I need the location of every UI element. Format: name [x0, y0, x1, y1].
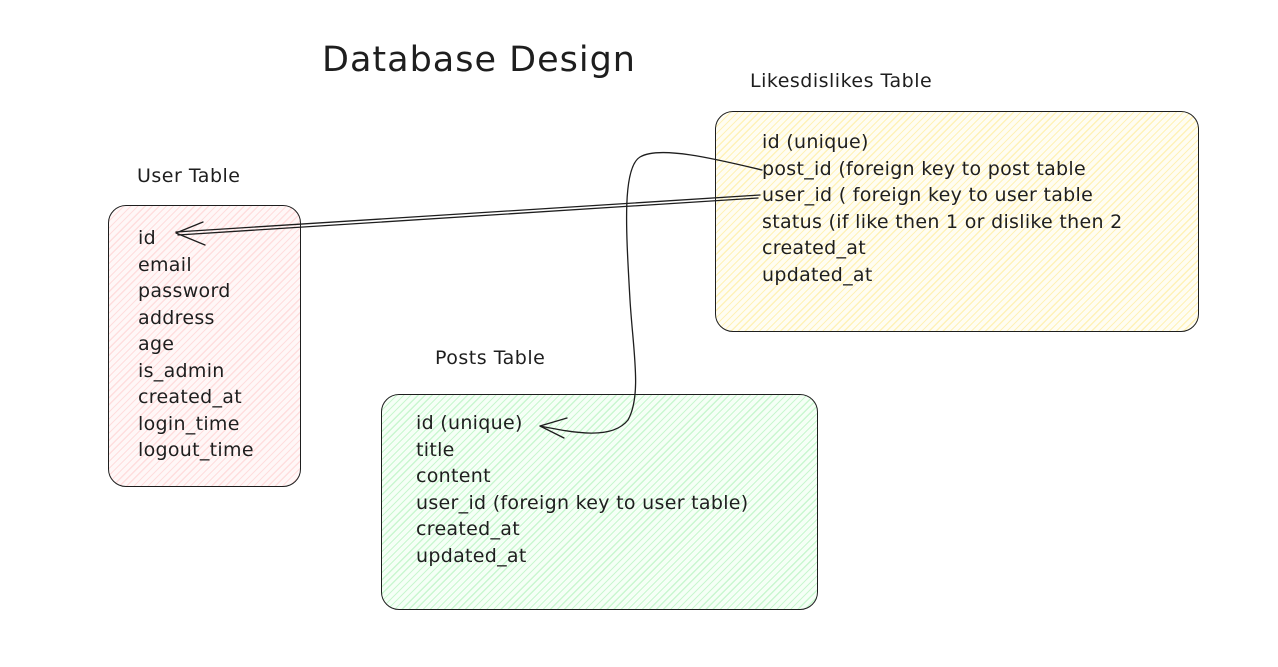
arrow-likes-post-to-posts-id	[539, 151, 763, 439]
connector-likes-post-id	[539, 151, 763, 434]
connector-likes-user-id	[175, 194, 761, 233]
connectors	[175, 151, 763, 439]
arrow-likes-user-to-user-id	[175, 194, 761, 246]
connector-likes-user-id-second-stroke	[177, 197, 759, 236]
